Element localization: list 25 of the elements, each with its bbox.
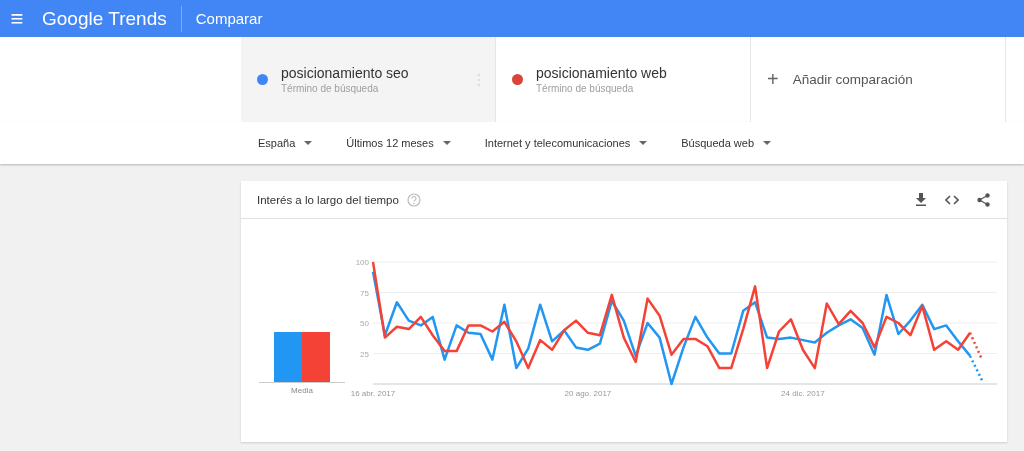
term-type: Término de búsqueda xyxy=(536,83,635,94)
dropdown-caret-icon xyxy=(763,141,772,145)
x-tick-label: 24 dic. 2017 xyxy=(781,389,825,398)
page-title: Comparar xyxy=(195,10,263,27)
x-tick-label: 20 ago. 2017 xyxy=(564,389,612,398)
filter-dropdown[interactable]: Búsqueda web xyxy=(681,137,772,149)
filter-dropdown[interactable]: Internet y telecomunicaciones xyxy=(484,137,648,149)
filter-dropdown[interactable]: España xyxy=(258,137,313,149)
filter-dropdown[interactable]: Últimos 12 meses xyxy=(346,137,451,149)
dropdown-caret-icon xyxy=(639,141,648,145)
average-label: Media xyxy=(291,386,313,395)
dropdown-caret-icon xyxy=(304,141,313,145)
dropdown-caret-icon xyxy=(442,141,451,145)
card-title: Interés a lo largo del tiempo xyxy=(257,193,399,206)
y-tick-label: 100 xyxy=(355,258,369,267)
y-tick-label: 25 xyxy=(360,349,369,359)
x-tick-label: 16 abr. 2017 xyxy=(350,389,396,398)
term-name: posicionamiento seo xyxy=(281,65,409,81)
y-tick-label: 50 xyxy=(360,319,369,328)
search-term-card[interactable]: posicionamiento seo Término de búsqueda xyxy=(241,37,496,122)
term-type: Término de búsqueda xyxy=(281,83,380,94)
logo[interactable]: Google Trends xyxy=(42,7,167,30)
menu-button[interactable]: ≡ xyxy=(2,5,32,32)
y-tick-label: 75 xyxy=(360,288,369,298)
term-name: posicionamiento web xyxy=(536,65,667,81)
